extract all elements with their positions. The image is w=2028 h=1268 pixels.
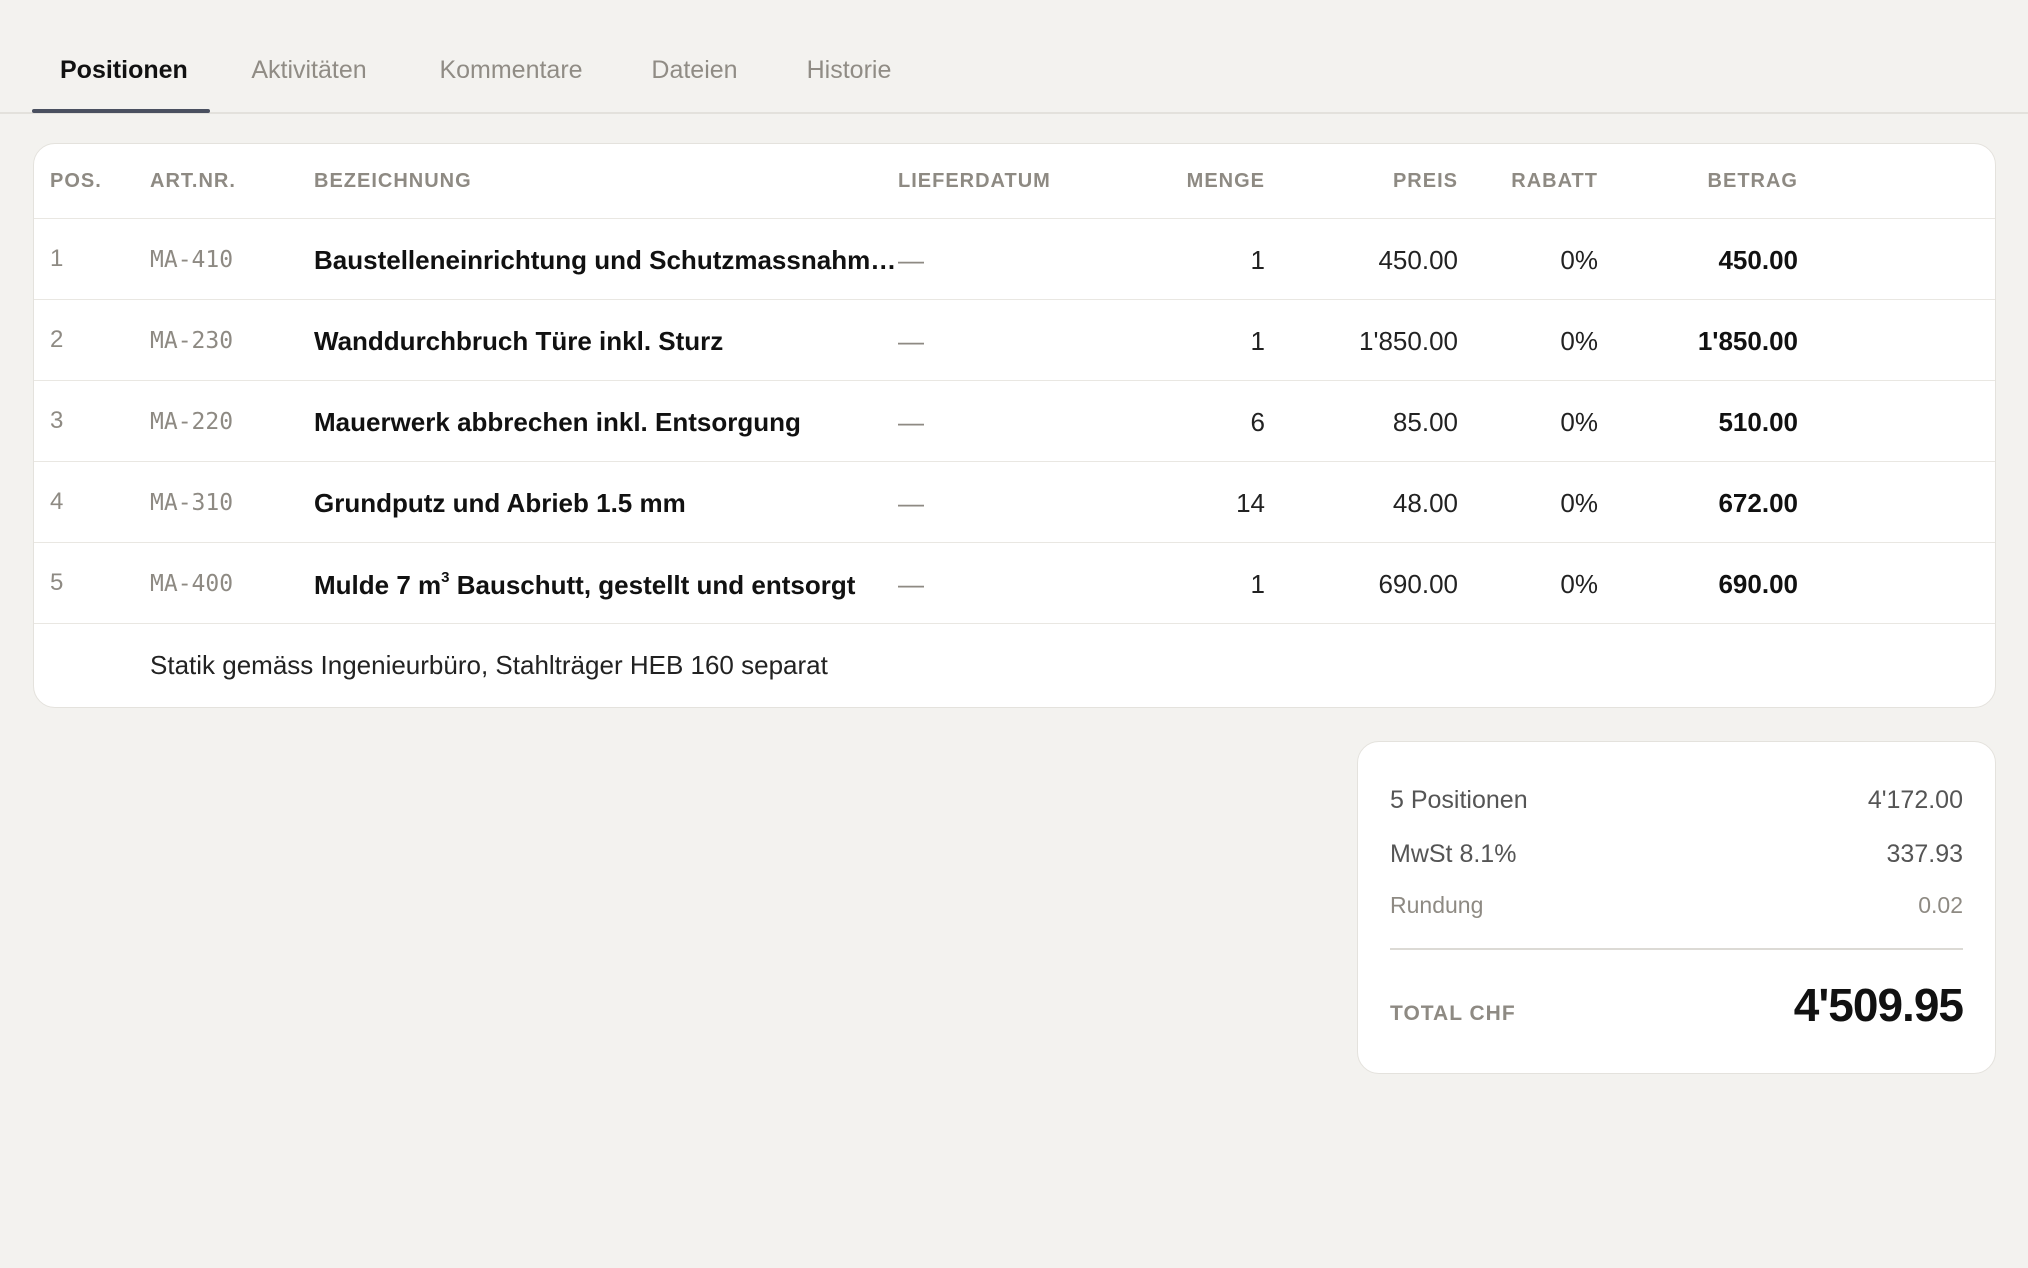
row-lieferdatum: —: [898, 407, 924, 437]
tab-dateien[interactable]: Dateien: [622, 52, 767, 114]
row-lieferdatum: —: [898, 245, 924, 275]
totals-positions-value: 4'172.00: [1867, 786, 1963, 814]
row-pos: 2: [50, 326, 64, 353]
row-art-nr: MA-400: [150, 571, 234, 597]
row-pos: 5: [50, 569, 64, 596]
row-preis: 450.00: [1378, 245, 1458, 275]
row-art-nr: MA-230: [150, 328, 234, 354]
row-pos: 4: [50, 488, 64, 515]
header-bezeichnung[interactable]: BEZEICHNUNG: [314, 170, 472, 193]
tab-aktivitaeten[interactable]: Aktivitäten: [218, 52, 400, 114]
row-bezeichnung: Wanddurchbruch Türe inkl. Sturz: [314, 326, 724, 356]
table-header: POS. ART.NR. BEZEICHNUNG LIEFERDATUM MEN…: [34, 144, 1995, 219]
row-betrag: 510.00: [1718, 407, 1798, 437]
row-bezeichnung-part: Mulde 7 m: [314, 570, 442, 600]
table-row[interactable]: 2 MA-230 Wanddurchbruch Türe inkl. Sturz…: [34, 300, 1995, 381]
row-menge: 14: [1236, 488, 1265, 518]
header-betrag[interactable]: BETRAG: [1708, 170, 1798, 193]
table-row[interactable]: 5 MA-400 Mulde 7 m3 Bauschutt, gestellt …: [34, 543, 1995, 624]
header-preis[interactable]: PREIS: [1393, 170, 1458, 193]
header-menge[interactable]: MENGE: [1187, 170, 1265, 193]
row-menge: 1: [1250, 569, 1265, 599]
row-betrag: 450.00: [1718, 245, 1798, 275]
table-note[interactable]: Statik gemäss Ingenieurbüro, Stahlträger…: [150, 650, 828, 681]
tab-kommentare[interactable]: Kommentare: [408, 52, 614, 114]
row-preis: 1'850.00: [1359, 326, 1458, 356]
row-bezeichnung: Baustelleneinrichtung und Schutzmassnahm…: [314, 245, 897, 275]
tab-bar: Positionen Aktivitäten Kommentare Dateie…: [0, 0, 2028, 114]
header-art-nr[interactable]: ART.NR.: [150, 170, 236, 193]
header-rabatt[interactable]: RABATT: [1511, 170, 1598, 193]
row-menge: 1: [1250, 245, 1265, 275]
totals-rounding-label: Rundung: [1390, 892, 1484, 918]
row-preis: 85.00: [1392, 407, 1458, 437]
row-art-nr: MA-220: [150, 409, 234, 435]
header-pos[interactable]: POS.: [50, 170, 102, 193]
row-preis: 48.00: [1392, 488, 1458, 518]
row-pos: 1: [50, 245, 64, 272]
row-pos: 3: [50, 407, 64, 434]
active-tab-indicator: [32, 109, 210, 113]
row-art-nr: MA-310: [150, 490, 234, 516]
row-lieferdatum: —: [898, 326, 924, 356]
header-lieferdatum[interactable]: LIEFERDATUM: [898, 170, 1051, 193]
total-value: 4'509.95: [1793, 979, 1964, 1031]
totals-rounding-value: 0.02: [1918, 892, 1963, 918]
table-row[interactable]: 3 MA-220 Mauerwerk abbrechen inkl. Entso…: [34, 381, 1995, 462]
table-row[interactable]: 4 MA-310 Grundputz und Abrieb 1.5 mm — 1…: [34, 462, 1995, 543]
row-lieferdatum: —: [898, 488, 924, 518]
row-rabatt: 0%: [1560, 407, 1598, 437]
row-preis: 690.00: [1378, 569, 1458, 599]
totals-vat-label: MwSt 8.1%: [1390, 840, 1517, 868]
row-bezeichnung: Mulde 7 m3 Bauschutt, gestellt und entso…: [314, 569, 855, 601]
positions-table: POS. ART.NR. BEZEICHNUNG LIEFERDATUM MEN…: [33, 143, 1996, 708]
row-rabatt: 0%: [1560, 488, 1598, 518]
row-menge: 6: [1250, 407, 1265, 437]
totals-vat-value: 337.93: [1886, 840, 1963, 868]
table-row[interactable]: 1 MA-410 Baustelleneinrichtung und Schut…: [34, 219, 1995, 300]
row-betrag: 1'850.00: [1697, 326, 1798, 356]
total-label: TOTAL CHF: [1390, 1002, 1516, 1025]
totals-divider: [1390, 948, 1963, 950]
row-rabatt: 0%: [1560, 569, 1598, 599]
row-bezeichnung: Grundputz und Abrieb 1.5 mm: [314, 488, 686, 518]
row-lieferdatum: —: [898, 569, 924, 599]
row-rabatt: 0%: [1560, 245, 1598, 275]
row-betrag: 672.00: [1718, 488, 1798, 518]
row-bezeichnung: Mauerwerk abbrechen inkl. Entsorgung: [314, 407, 801, 437]
row-bezeichnung-part: Bauschutt, gestellt und entsorgt: [449, 570, 856, 600]
row-menge: 1: [1250, 326, 1265, 356]
row-rabatt: 0%: [1560, 326, 1598, 356]
totals-positions-label: 5 Positionen: [1390, 786, 1528, 814]
tab-historie[interactable]: Historie: [775, 52, 923, 114]
tab-positionen[interactable]: Positionen: [32, 52, 210, 114]
row-betrag: 690.00: [1718, 569, 1798, 599]
totals-panel: 5 Positionen 4'172.00 MwSt 8.1% 337.93 R…: [1357, 741, 1996, 1074]
row-art-nr: MA-410: [150, 247, 234, 273]
